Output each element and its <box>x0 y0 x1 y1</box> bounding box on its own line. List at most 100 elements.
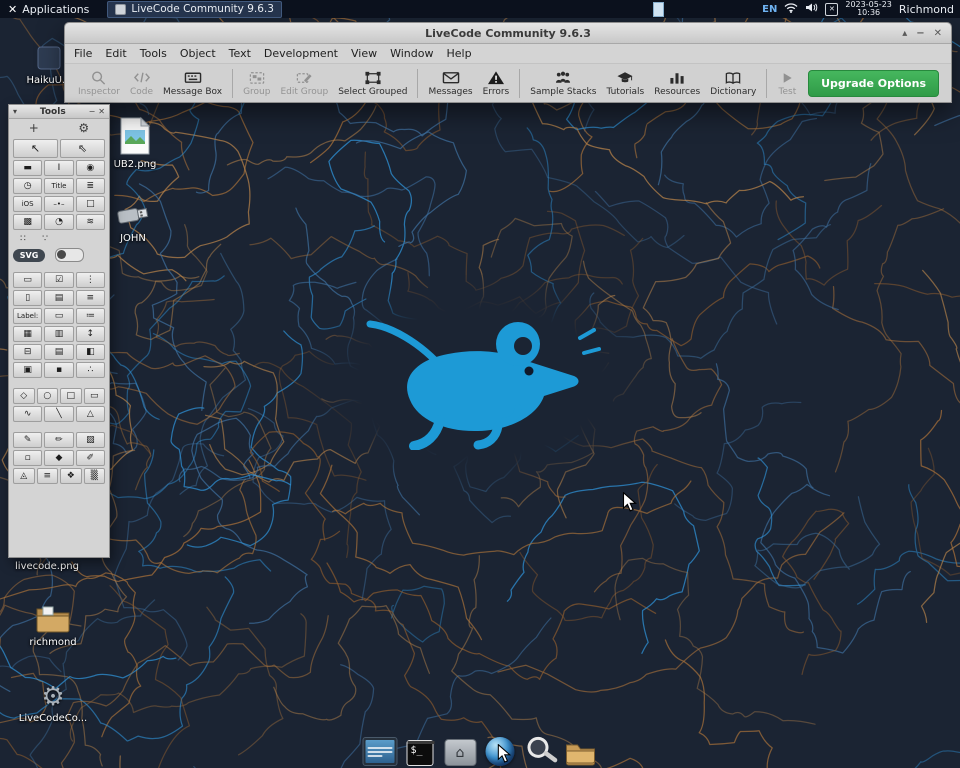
toolbar-sample-stacks[interactable]: Sample Stacks <box>525 69 601 97</box>
paint-tool[interactable]: ▒ <box>84 468 106 484</box>
slider-widget-tool[interactable]: –•– <box>44 196 73 212</box>
toolbar-dictionary[interactable]: Dictionary <box>705 69 761 97</box>
lines-widget-tool[interactable]: ≋ <box>76 214 105 230</box>
applications-menu[interactable]: ✕ Applications <box>0 0 97 18</box>
tool-cell[interactable]: ∴ <box>76 362 105 378</box>
menu-tools[interactable]: Tools <box>140 47 167 60</box>
add-tool-icon[interactable]: + <box>29 121 39 135</box>
workspace-pager[interactable] <box>653 2 664 17</box>
line-tool[interactable]: ╲ <box>44 406 73 422</box>
shape-tool[interactable]: ▭ <box>84 388 106 404</box>
tool-cell[interactable]: ⋮ <box>76 272 105 288</box>
eraser-tool[interactable]: ✐ <box>76 450 105 466</box>
files-folder-icon[interactable] <box>563 733 598 766</box>
home-folder-icon[interactable]: ⌂ <box>443 733 478 766</box>
ios-widget-tool[interactable]: iOS <box>13 196 42 212</box>
shape-tool[interactable]: ◇ <box>13 388 35 404</box>
polygon-tool[interactable]: △ <box>76 406 105 422</box>
menu-window[interactable]: Window <box>390 47 433 60</box>
pointer-tool[interactable]: ⇖ <box>60 139 105 158</box>
tool-cell[interactable]: ◧ <box>76 344 105 360</box>
pattern-fill-tool[interactable]: ▨ <box>76 432 105 448</box>
tool-cell[interactable]: ≡ <box>76 290 105 306</box>
tool-cell[interactable]: ▤ <box>44 290 73 306</box>
label-tool[interactable]: Label: <box>13 308 42 324</box>
toolbar-message-box[interactable]: Message Box <box>158 69 227 97</box>
scrollbar-tool[interactable]: ↕ <box>76 326 105 342</box>
tool-cell[interactable]: ▣ <box>13 362 42 378</box>
menu-object[interactable]: Object <box>180 47 216 60</box>
palette-menu-icon[interactable]: ▾ <box>13 107 17 116</box>
toolbar-resources[interactable]: Resources <box>649 69 705 97</box>
tool-cell[interactable]: ▭ <box>13 272 42 288</box>
menu-help[interactable]: Help <box>446 47 471 60</box>
desktop-icon-livecode-png[interactable]: livecode.png <box>8 561 86 572</box>
toolbar-tutorials[interactable]: Tutorials <box>601 69 649 97</box>
toolbar-group[interactable]: Group <box>238 69 275 97</box>
brush-tool[interactable]: ✎ <box>13 432 42 448</box>
shape-tool[interactable]: □ <box>60 388 82 404</box>
pattern-tool[interactable]: ∷ <box>13 232 33 246</box>
pencil-tool[interactable]: ✏ <box>44 432 73 448</box>
clock[interactable]: 2023-05-23 10:36 <box>845 1 892 18</box>
paint-tool[interactable]: ≡ <box>37 468 59 484</box>
checkbox-tool[interactable]: ☑ <box>44 272 73 288</box>
menu-file[interactable]: File <box>74 47 92 60</box>
shape-tool[interactable]: ○ <box>37 388 59 404</box>
minimize-button[interactable]: − <box>916 28 924 39</box>
tool-cell[interactable]: ▤ <box>44 344 73 360</box>
browser-widget-tool[interactable]: ◉ <box>76 160 105 176</box>
field-tool[interactable]: I <box>44 160 73 176</box>
menu-text[interactable]: Text <box>229 47 251 60</box>
toolbar-errors[interactable]: Errors <box>478 69 515 97</box>
palette-settings-icon[interactable]: ⚙ <box>78 121 89 135</box>
display-settings-icon[interactable] <box>363 733 398 766</box>
tool-cell[interactable]: ⊟ <box>13 344 42 360</box>
livecode-titlebar[interactable]: LiveCode Community 9.6.3 ▴ − ✕ <box>65 23 951 44</box>
toolbar-select-grouped[interactable]: Select Grouped <box>333 69 412 97</box>
shade-button[interactable]: ▴ <box>902 28 907 39</box>
list-widget-tool[interactable]: ≣ <box>76 178 105 194</box>
pattern-tool[interactable]: ∵ <box>35 232 55 246</box>
palette-close-icon[interactable]: ✕ <box>98 107 105 116</box>
browse-tool[interactable]: ↖ <box>13 139 58 158</box>
upgrade-options-button[interactable]: Upgrade Options <box>808 70 939 97</box>
wifi-icon[interactable] <box>784 2 798 16</box>
image-tool[interactable]: ▩ <box>13 214 42 230</box>
keyboard-layout-indicator[interactable]: EN <box>762 4 777 15</box>
desktop-icon-richmond-folder[interactable]: richmond <box>14 602 92 648</box>
toolbar-edit-group[interactable]: Edit Group <box>275 69 333 97</box>
svg-toggle[interactable] <box>55 248 84 262</box>
notification-close-icon[interactable]: ✕ <box>825 3 838 16</box>
tools-palette-titlebar[interactable]: ▾ Tools − ✕ <box>9 105 109 119</box>
paint-tool[interactable]: ❖ <box>60 468 82 484</box>
taskbar-window-button[interactable]: LiveCode Community 9.6.3 <box>107 1 281 18</box>
tool-cell[interactable]: ▦ <box>13 326 42 342</box>
terminal-icon[interactable]: $_ <box>403 733 438 766</box>
tool-cell[interactable]: ▯ <box>13 290 42 306</box>
desktop-icon-livecode-app[interactable]: ⚙ LiveCodeCo... <box>14 684 92 724</box>
button-tool[interactable]: ▬ <box>13 160 42 176</box>
search-icon[interactable] <box>519 730 560 768</box>
toolbar-inspector[interactable]: Inspector <box>73 69 125 97</box>
menu-edit[interactable]: Edit <box>105 47 126 60</box>
fill-tool[interactable]: ◆ <box>44 450 73 466</box>
menu-development[interactable]: Development <box>264 47 338 60</box>
close-button[interactable]: ✕ <box>934 28 942 39</box>
tool-cell[interactable]: ▥ <box>44 326 73 342</box>
select-tool[interactable]: ▫ <box>13 450 42 466</box>
tool-cell[interactable]: ▭ <box>44 308 73 324</box>
volume-icon[interactable] <box>805 2 818 16</box>
toolbar-code[interactable]: Code <box>125 69 158 97</box>
tool-cell[interactable]: ≔ <box>76 308 105 324</box>
toolbar-messages[interactable]: Messages <box>423 69 477 97</box>
toolbar-test[interactable]: Test <box>772 69 802 97</box>
draw-tool[interactable]: ∿ <box>13 406 42 422</box>
palette-minimize-icon[interactable]: − <box>89 107 96 116</box>
menu-view[interactable]: View <box>351 47 377 60</box>
clock-widget-tool[interactable]: ◷ <box>13 178 42 194</box>
player-widget-tool[interactable]: □ <box>76 196 105 212</box>
chart-widget-tool[interactable]: ◔ <box>44 214 73 230</box>
paint-tool[interactable]: ◬ <box>13 468 35 484</box>
tool-cell[interactable]: ▪ <box>44 362 73 378</box>
